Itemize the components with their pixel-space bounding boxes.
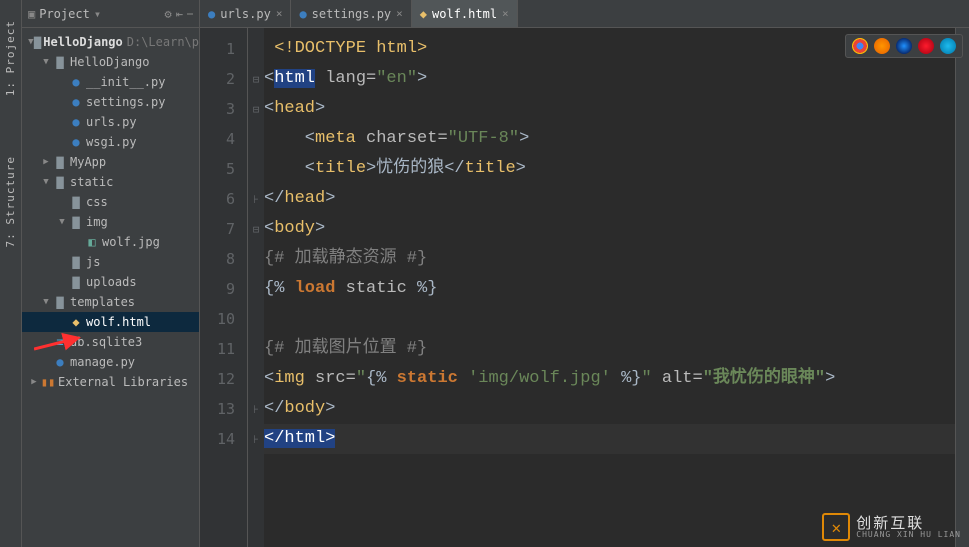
safari-icon[interactable]	[896, 38, 912, 54]
sidebar-tab-structure[interactable]: 7: Structure	[4, 156, 17, 247]
project-toolbar: ▣ Project ▾ ⚙ ⇤ ⎯	[22, 0, 199, 28]
line-gutter: 1234567891011121314	[200, 28, 248, 547]
opera-icon[interactable]	[918, 38, 934, 54]
tree-folder-js[interactable]: ▇js	[22, 252, 199, 272]
python-icon: ●	[68, 115, 84, 129]
html-icon: ◆	[420, 7, 427, 21]
chrome-icon[interactable]	[852, 38, 868, 54]
folder-icon: ▇	[52, 295, 68, 309]
folder-icon: ▇	[68, 195, 84, 209]
package-icon: ▇	[52, 55, 68, 69]
hide-icon[interactable]: ⎯	[187, 6, 193, 21]
gear-icon[interactable]: ⚙	[165, 7, 172, 21]
editor-area: ●urls.py× ●settings.py× ◆wolf.html× 1234…	[200, 0, 969, 547]
folder-icon: ▇	[68, 275, 84, 289]
tree-folder-myapp[interactable]: ▶▇MyApp	[22, 152, 199, 172]
sidebar-tab-project[interactable]: 1: Project	[4, 20, 17, 96]
chevron-down-icon: ▼	[40, 177, 52, 187]
tab-urls[interactable]: ●urls.py×	[200, 0, 291, 27]
dropdown-icon[interactable]: ▾	[94, 7, 101, 21]
tool-window-bar: 1: Project 7: Structure	[0, 0, 22, 547]
editor[interactable]: 1234567891011121314 ⊟⊟⊦⊟⊦⊦ <!DOCTYPE htm…	[200, 28, 969, 547]
tree-external-libs[interactable]: ▶▮▮External Libraries	[22, 372, 199, 392]
tree-folder-uploads[interactable]: ▇uploads	[22, 272, 199, 292]
folder-icon: ▇	[52, 175, 68, 189]
tree-folder-templates[interactable]: ▼▇templates	[22, 292, 199, 312]
code-area[interactable]: <!DOCTYPE html> <html lang="en"> <head> …	[264, 28, 955, 547]
tree-folder-static[interactable]: ▼▇static	[22, 172, 199, 192]
tree-file-dbsqlite[interactable]: ≡db.sqlite3	[22, 332, 199, 352]
database-icon: ≡	[52, 335, 68, 349]
collapse-icon[interactable]: ⇤	[176, 7, 183, 21]
folder-icon: ▇	[68, 255, 84, 269]
ie-icon[interactable]	[940, 38, 956, 54]
watermark-cn: 创新互联	[856, 516, 961, 531]
folder-icon: ▇	[68, 215, 84, 229]
tree-file-wolfjpg[interactable]: ◧wolf.jpg	[22, 232, 199, 252]
python-icon: ●	[68, 135, 84, 149]
html-icon: ◆	[68, 315, 84, 329]
tab-settings[interactable]: ●settings.py×	[291, 0, 411, 27]
python-icon: ●	[299, 7, 306, 21]
tree-file-managepy[interactable]: ●manage.py	[22, 352, 199, 372]
close-icon[interactable]: ×	[276, 7, 283, 20]
editor-tabs: ●urls.py× ●settings.py× ◆wolf.html×	[200, 0, 969, 28]
watermark-en: CHUANG XIN HU LIAN	[856, 531, 961, 539]
python-icon: ●	[68, 95, 84, 109]
tree-file-urls[interactable]: ●urls.py	[22, 112, 199, 132]
tree-file-init[interactable]: ●__init__.py	[22, 72, 199, 92]
firefox-icon[interactable]	[874, 38, 890, 54]
tree-root[interactable]: ▼ ▇ HelloDjango D:\Learn\p	[22, 32, 199, 52]
close-icon[interactable]: ×	[396, 7, 403, 20]
tree-package[interactable]: ▼ ▇ HelloDjango	[22, 52, 199, 72]
chevron-right-icon: ▶	[28, 377, 40, 387]
project-panel: ▣ Project ▾ ⚙ ⇤ ⎯ ▼ ▇ HelloDjango D:\Lea…	[22, 0, 200, 547]
close-icon[interactable]: ×	[502, 7, 509, 20]
folder-icon: ▇	[34, 35, 42, 49]
tree-label: HelloDjango	[70, 55, 149, 69]
project-tree: ▼ ▇ HelloDjango D:\Learn\p ▼ ▇ HelloDjan…	[22, 28, 199, 547]
tree-file-wolfhtml[interactable]: ◆wolf.html	[22, 312, 199, 332]
chevron-down-icon: ▼	[40, 57, 52, 67]
python-icon: ●	[52, 355, 68, 369]
folder-icon: ▇	[52, 155, 68, 169]
fold-gutter: ⊟⊟⊦⊟⊦⊦	[248, 28, 264, 547]
tree-file-wsgi[interactable]: ●wsgi.py	[22, 132, 199, 152]
tree-path: D:\Learn\p	[127, 35, 199, 49]
python-icon: ●	[68, 75, 84, 89]
chevron-down-icon: ▼	[56, 217, 68, 227]
tree-folder-css[interactable]: ▇css	[22, 192, 199, 212]
tree-folder-img[interactable]: ▼▇img	[22, 212, 199, 232]
watermark: ✕ 创新互联 CHUANG XIN HU LIAN	[822, 513, 961, 541]
project-title: Project	[39, 7, 90, 21]
chevron-down-icon: ▼	[40, 297, 52, 307]
tree-label: HelloDjango	[43, 35, 122, 49]
watermark-logo: ✕	[822, 513, 850, 541]
python-icon: ●	[208, 7, 215, 21]
browser-preview-bar	[845, 34, 963, 58]
library-icon: ▮▮	[40, 375, 56, 389]
image-icon: ◧	[84, 235, 100, 249]
chevron-right-icon: ▶	[40, 157, 52, 167]
project-icon: ▣	[28, 7, 35, 21]
tree-file-settings[interactable]: ●settings.py	[22, 92, 199, 112]
error-stripe	[955, 28, 969, 547]
tab-wolfhtml[interactable]: ◆wolf.html×	[412, 0, 518, 27]
